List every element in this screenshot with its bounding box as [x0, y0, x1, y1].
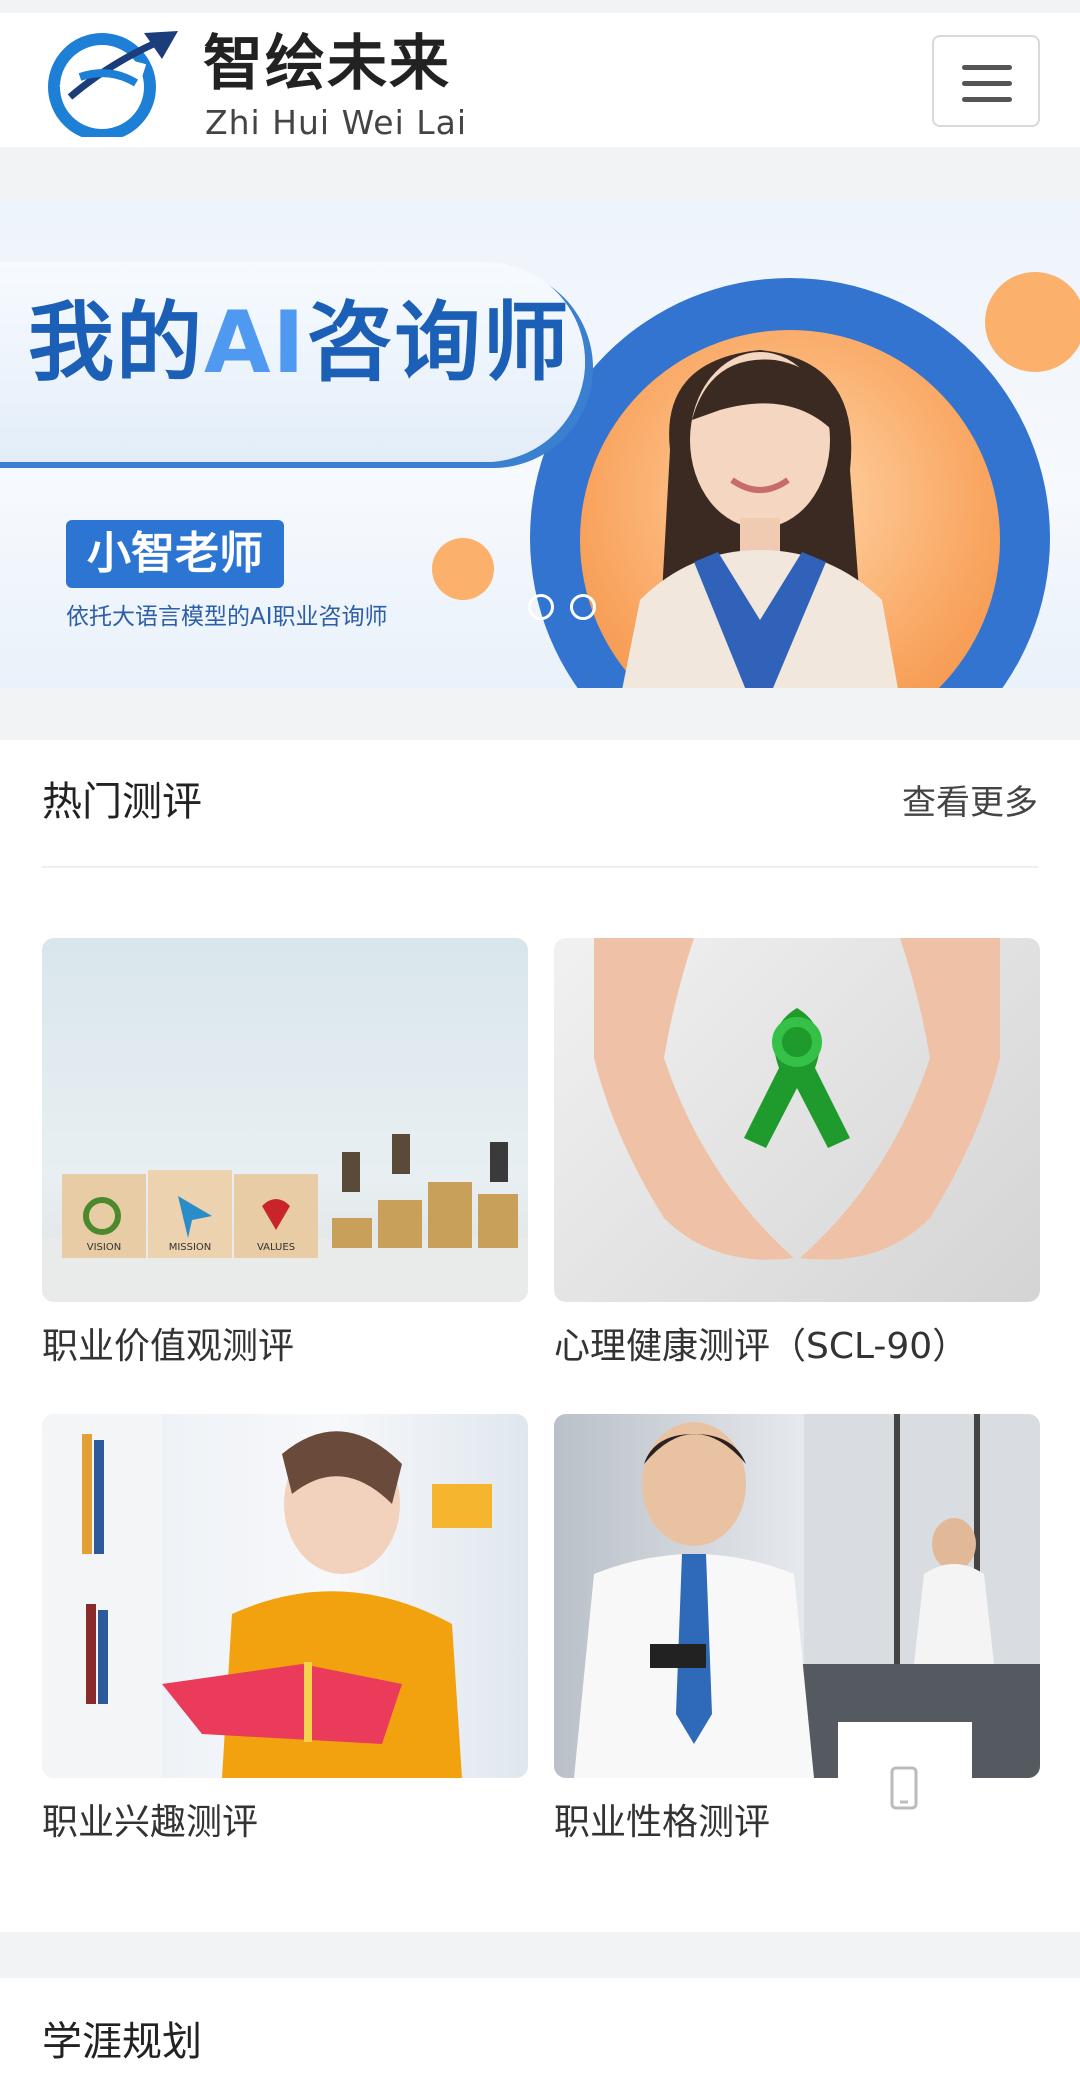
- hands-ribbon-image: [594, 938, 1000, 1260]
- section-title: 学涯规划: [42, 2019, 202, 2065]
- mobile-phone-icon: [890, 1766, 918, 1810]
- brand-name: 智绘未来: [203, 29, 451, 99]
- carousel-dot[interactable]: [528, 594, 554, 620]
- decor-circle: [432, 538, 494, 600]
- test-card-image: [42, 1414, 528, 1778]
- woman-reading-image: [42, 1414, 492, 1778]
- top-header: 智绘未来 Zhi Hui Wei Lai: [0, 13, 1080, 147]
- view-more-link[interactable]: 查看更多: [902, 780, 1038, 826]
- brand-pinyin: Zhi Hui Wei Lai: [205, 103, 468, 142]
- logo-icon[interactable]: [40, 27, 180, 137]
- section-title: 热门测评: [42, 779, 202, 825]
- test-card-interest[interactable]: 职业兴趣测评: [42, 1414, 528, 1848]
- block-label: VALUES: [257, 1242, 295, 1253]
- divider: [42, 866, 1038, 868]
- block-label: VISION: [87, 1242, 121, 1253]
- test-card-image: [554, 938, 1040, 1302]
- test-card-label: 职业价值观测评: [42, 1326, 295, 1367]
- carousel-dot[interactable]: [570, 594, 596, 620]
- banner-subtitle: 依托大语言模型的AI职业咨询师: [66, 604, 388, 630]
- advisor-name-tag: 小智老师: [66, 520, 284, 588]
- hero-banner[interactable]: 我的AI咨询师 小智老师 依托大语言模型的AI职业咨询师: [0, 200, 1080, 688]
- floating-contact-button[interactable]: [838, 1722, 972, 1856]
- hamburger-menu-icon: [962, 65, 1012, 70]
- decor-circle: [985, 272, 1080, 372]
- career-planning-section: 学涯规划: [0, 1978, 1080, 2091]
- test-card-values[interactable]: VISION MISSION VALUES 职业价值观测评: [42, 938, 528, 1372]
- test-card-label: 职业兴趣测评: [42, 1802, 259, 1843]
- banner-title: 我的AI咨询师: [28, 293, 571, 393]
- test-card-label: 心理健康测评（SCL-90）: [554, 1326, 969, 1367]
- advisor-portrait: [622, 350, 898, 688]
- block-label: MISSION: [169, 1242, 212, 1253]
- vision-mission-values-image: VISION MISSION VALUES: [42, 1134, 528, 1302]
- hamburger-menu-button[interactable]: [932, 35, 1040, 127]
- test-card-image: VISION MISSION VALUES: [42, 938, 528, 1302]
- test-card-mental-health[interactable]: 心理健康测评（SCL-90）: [554, 938, 1040, 1372]
